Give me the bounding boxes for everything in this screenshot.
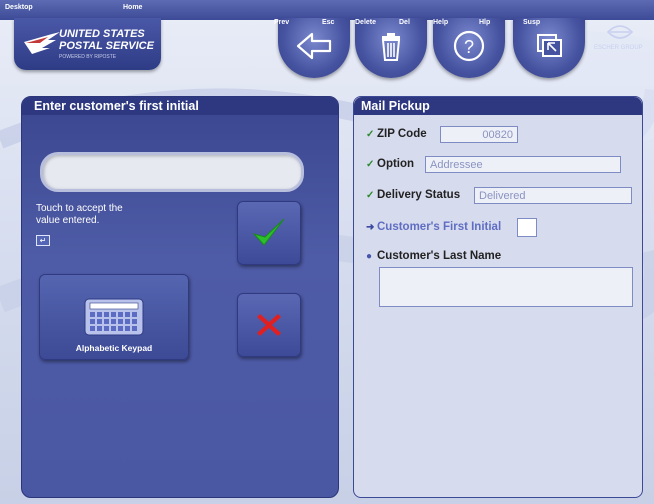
home-label: Home (123, 4, 143, 11)
arrow-right-icon: ➜ (366, 222, 375, 233)
zip-code-field[interactable]: 00820 (440, 126, 518, 143)
cancel-x-icon (257, 314, 281, 336)
mail-pickup-header: Mail Pickup (354, 97, 642, 115)
eagle-logo-icon (24, 32, 60, 54)
escher-label: ESCHER GROUP (594, 45, 643, 51)
svg-text:?: ? (464, 37, 474, 57)
delete-button[interactable]: Delete Del (355, 18, 427, 78)
option-field[interactable]: Addressee (425, 156, 621, 173)
susp-label: Susp (523, 19, 541, 26)
entry-panel: Enter customer's first initial Touch to … (21, 96, 339, 498)
last-name-field[interactable] (379, 267, 633, 307)
help-button[interactable]: Help Hlp ? (433, 18, 505, 78)
escher-logo-icon (606, 25, 634, 39)
del-label: Del (399, 19, 410, 26)
help-label: Help (433, 19, 449, 26)
check-mark-icon: ✓ (366, 159, 375, 170)
accept-hint: Touch to accept the value entered. (36, 203, 176, 227)
help-icon: ? (453, 30, 485, 62)
delete-label: Delete (355, 19, 377, 26)
entry-panel-title: Enter customer's first initial (34, 99, 199, 113)
delivery-status-label: Delivery Status (377, 189, 461, 201)
zip-code-row: ✓ ZIP Code (366, 128, 427, 140)
mail-pickup-panel: Mail Pickup ✓ ZIP Code 00820 ✓ Option Addr… (353, 96, 643, 498)
desktop-home-labels: Desktop Home (5, 0, 152, 20)
last-name-label: Customer's Last Name (377, 250, 502, 262)
alphabetic-keypad-button[interactable]: Alphabetic Keypad (39, 274, 189, 360)
logo-line1: UNITED STATES (59, 28, 145, 40)
suspend-button[interactable]: Susp (513, 18, 585, 78)
esc-label: Esc (322, 19, 335, 26)
option-label: Option (377, 158, 415, 170)
last-name-row: ● Customer's Last Name (366, 250, 501, 262)
keypad-icon (84, 298, 144, 336)
top-toolbar: Desktop Home UNITED STATES POSTAL SERVIC… (0, 0, 654, 96)
delivery-status-row: ✓ Delivery Status (366, 189, 460, 201)
prev-label: Prev (274, 19, 290, 26)
enter-key-icon: ↵ (36, 235, 50, 246)
keypad-label: Alphabetic Keypad (75, 343, 153, 353)
accept-hint-line2: value entered. (36, 215, 100, 226)
escher-brand: ESCHER GROUP (584, 18, 654, 70)
trash-icon (381, 33, 401, 61)
accept-hint-line1: Touch to accept the (36, 203, 123, 214)
first-initial-field[interactable] (517, 218, 537, 237)
logo-tagline: POWERED BY RIPOSTE (59, 54, 117, 60)
accept-button[interactable] (237, 201, 301, 265)
entry-panel-header: Enter customer's first initial (22, 97, 338, 115)
zip-code-label: ZIP Code (377, 128, 427, 140)
hlp-label: Hlp (479, 19, 491, 26)
prev-button[interactable]: Prev Esc (274, 18, 350, 78)
suspend-window-icon (537, 34, 562, 57)
check-icon (252, 218, 285, 246)
initial-entry-field[interactable] (40, 152, 304, 192)
first-initial-label: Customer's First Initial (377, 221, 502, 233)
check-mark-icon: ✓ (366, 190, 375, 201)
back-arrow-icon (296, 32, 332, 60)
desktop-label: Desktop (5, 4, 33, 11)
mail-pickup-title: Mail Pickup (361, 99, 430, 113)
usps-home-button[interactable]: UNITED STATES POSTAL SERVICE POWERED BY … (14, 18, 161, 70)
logo-line2: POSTAL SERVICE (59, 40, 154, 52)
option-row: ✓ Option (366, 158, 414, 170)
cancel-button[interactable] (237, 293, 301, 357)
delivery-status-field[interactable]: Delivered (474, 187, 632, 204)
check-mark-icon: ✓ (366, 129, 375, 140)
first-initial-row: ➜ Customer's First Initial (366, 221, 501, 233)
bullet-icon: ● (366, 251, 373, 262)
